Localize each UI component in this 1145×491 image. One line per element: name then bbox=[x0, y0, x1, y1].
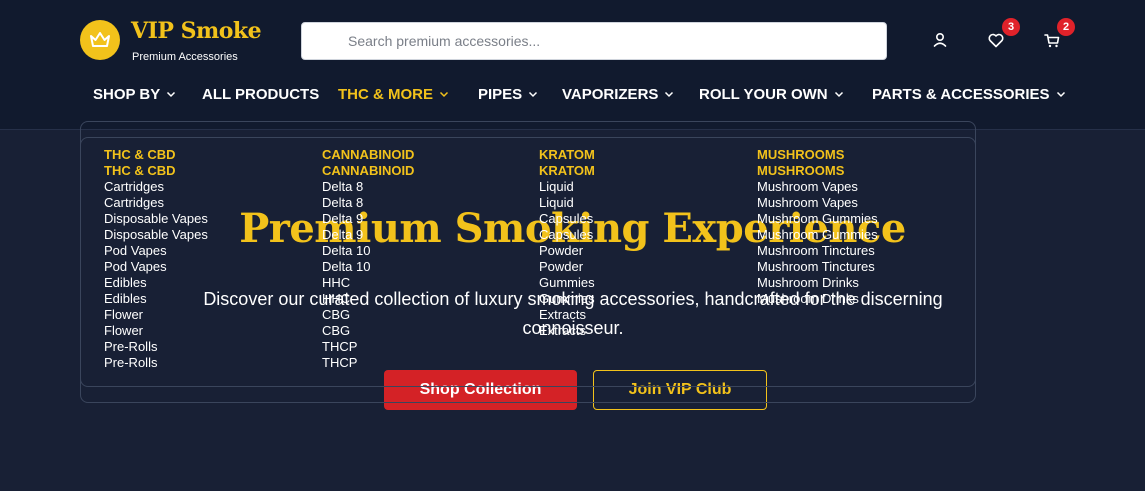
menu-column-heading: CANNABINOID bbox=[322, 147, 415, 162]
logo[interactable] bbox=[80, 20, 120, 60]
chevron-down-icon bbox=[834, 91, 843, 98]
chevron-down-icon bbox=[529, 91, 538, 98]
nav-label: SHOP BY bbox=[93, 85, 161, 103]
nav-label: PARTS & ACCESSORIES bbox=[872, 85, 1050, 103]
chevron-down-icon bbox=[167, 91, 176, 98]
menu-item-hhc[interactable]: HHC bbox=[322, 291, 414, 307]
menu-column-heading: KRATOM bbox=[539, 147, 595, 162]
menu-item-mushroom-drinks[interactable]: Mushroom Drinks bbox=[757, 291, 878, 307]
menu-item-mushroom-gummies[interactable]: Mushroom Gummies bbox=[757, 227, 878, 243]
menu-column-heading: THC & CBD bbox=[104, 147, 176, 162]
menu-column-heading: CANNABINOID bbox=[322, 163, 415, 178]
menu-column-heading: MUSHROOMS bbox=[757, 147, 845, 162]
nav-thc-and-more[interactable]: THC & MORE bbox=[338, 84, 449, 104]
menu-item-delta-10[interactable]: Delta 10 bbox=[322, 259, 414, 275]
menu-item-delta-8[interactable]: Delta 8 bbox=[322, 195, 414, 211]
heart-icon[interactable] bbox=[986, 30, 1006, 50]
nav-parts-and-accessories[interactable]: PARTS & ACCESSORIES bbox=[872, 84, 1066, 104]
search-icon bbox=[321, 35, 333, 47]
menu-item-pre-rolls[interactable]: Pre-Rolls bbox=[104, 355, 208, 371]
menu-item-thcp[interactable]: THCP bbox=[322, 355, 414, 371]
chevron-down-icon bbox=[1056, 91, 1065, 98]
menu-item-mushroom-gummies[interactable]: Mushroom Gummies bbox=[757, 211, 878, 227]
wishlist-count-badge: 3 bbox=[1002, 18, 1020, 36]
site-header: VIP Smoke Premium Accessories 3 2 SHOP B… bbox=[0, 0, 1145, 130]
menu-item-capsules[interactable]: Capsules bbox=[539, 211, 595, 227]
menu-item-powder[interactable]: Powder bbox=[539, 243, 595, 259]
menu-column-thc-cbd: THC & CBD THC & CBD Cartridges Cartridge… bbox=[104, 147, 208, 371]
menu-item-delta-8[interactable]: Delta 8 bbox=[322, 179, 414, 195]
nav-pipes[interactable]: PIPES bbox=[478, 84, 538, 104]
menu-item-flower[interactable]: Flower bbox=[104, 307, 208, 323]
menu-column-mushrooms: MUSHROOMS MUSHROOMS Mushroom Vapes Mushr… bbox=[757, 147, 878, 307]
menu-item-pre-rolls[interactable]: Pre-Rolls bbox=[104, 339, 208, 355]
menu-item-delta-10[interactable]: Delta 10 bbox=[322, 243, 414, 259]
menu-item-flower[interactable]: Flower bbox=[104, 323, 208, 339]
menu-column-kratom: KRATOM KRATOM Liquid Liquid Capsules Cap… bbox=[539, 147, 595, 339]
menu-item-thcp[interactable]: THCP bbox=[322, 339, 414, 355]
menu-column-heading: KRATOM bbox=[539, 163, 595, 178]
menu-item-gummies[interactable]: Gummies bbox=[539, 291, 595, 307]
menu-item-mushroom-vapes[interactable]: Mushroom Vapes bbox=[757, 195, 878, 211]
menu-item-edibles[interactable]: Edibles bbox=[104, 291, 208, 307]
menu-column-heading: MUSHROOMS bbox=[757, 163, 845, 178]
menu-item-disposable-vapes[interactable]: Disposable Vapes bbox=[104, 211, 208, 227]
menu-item-capsules[interactable]: Capsules bbox=[539, 227, 595, 243]
nav-vaporizers[interactable]: VAPORIZERS bbox=[562, 84, 674, 104]
menu-item-disposable-vapes[interactable]: Disposable Vapes bbox=[104, 227, 208, 243]
brand-title[interactable]: VIP Smoke bbox=[131, 18, 262, 44]
menu-item-cbg[interactable]: CBG bbox=[322, 307, 414, 323]
menu-item-cbg[interactable]: CBG bbox=[322, 323, 414, 339]
crown-icon bbox=[90, 32, 110, 47]
menu-item-edibles[interactable]: Edibles bbox=[104, 275, 208, 291]
menu-item-hhc[interactable]: HHC bbox=[322, 275, 414, 291]
menu-item-delta-9[interactable]: Delta 9 bbox=[322, 211, 414, 227]
nav-label: PIPES bbox=[478, 85, 523, 103]
menu-item-cartridges[interactable]: Cartridges bbox=[104, 179, 208, 195]
chevron-down-icon bbox=[665, 91, 674, 98]
menu-item-powder[interactable]: Powder bbox=[539, 259, 595, 275]
menu-item-pod-vapes[interactable]: Pod Vapes bbox=[104, 259, 208, 275]
menu-item-cartridges[interactable]: Cartridges bbox=[104, 195, 208, 211]
search-input[interactable] bbox=[348, 23, 868, 59]
user-icon[interactable] bbox=[930, 30, 950, 50]
cart-count-badge: 2 bbox=[1057, 18, 1075, 36]
nav-all-products[interactable]: ALL PRODUCTS bbox=[202, 84, 319, 104]
menu-item-extracts[interactable]: Extracts bbox=[539, 323, 595, 339]
search-bar bbox=[301, 22, 887, 60]
menu-column-heading: THC & CBD bbox=[104, 163, 176, 178]
menu-column-cannabinoid: CANNABINOID CANNABINOID Delta 8 Delta 8 … bbox=[322, 147, 414, 371]
menu-item-mushroom-tinctures[interactable]: Mushroom Tinctures bbox=[757, 259, 878, 275]
menu-item-delta-9[interactable]: Delta 9 bbox=[322, 227, 414, 243]
chevron-down-icon bbox=[439, 91, 449, 98]
menu-item-liquid[interactable]: Liquid bbox=[539, 195, 595, 211]
nav-label: ALL PRODUCTS bbox=[202, 85, 320, 103]
menu-item-mushroom-tinctures[interactable]: Mushroom Tinctures bbox=[757, 243, 878, 259]
menu-item-mushroom-drinks[interactable]: Mushroom Drinks bbox=[757, 275, 878, 291]
nav-label: VAPORIZERS bbox=[562, 85, 659, 103]
menu-item-pod-vapes[interactable]: Pod Vapes bbox=[104, 243, 208, 259]
nav-label: ROLL YOUR OWN bbox=[699, 85, 828, 103]
menu-item-liquid[interactable]: Liquid bbox=[539, 179, 595, 195]
menu-item-mushroom-vapes[interactable]: Mushroom Vapes bbox=[757, 179, 878, 195]
menu-item-extracts[interactable]: Extracts bbox=[539, 307, 595, 323]
nav-roll-your-own[interactable]: ROLL YOUR OWN bbox=[699, 84, 844, 104]
nav-shop-by[interactable]: SHOP BY bbox=[93, 84, 176, 104]
brand-subtitle: Premium Accessories bbox=[132, 51, 238, 63]
menu-item-gummies[interactable]: Gummies bbox=[539, 275, 595, 291]
nav-label: THC & MORE bbox=[338, 85, 433, 103]
